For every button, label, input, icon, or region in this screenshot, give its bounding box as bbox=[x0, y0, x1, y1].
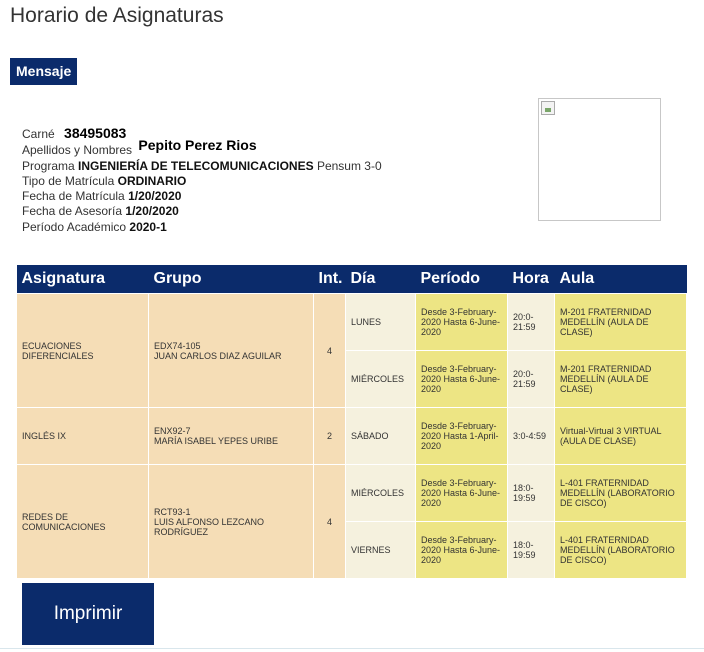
pensum-value: Pensum 3-0 bbox=[316, 158, 382, 173]
name-value: Pepito Perez Rios bbox=[138, 137, 257, 154]
academic-period-row: Período Académico 2020-1 bbox=[22, 220, 382, 235]
academic-period-label: Período Académico bbox=[22, 219, 127, 234]
carne-label: Carné bbox=[22, 127, 55, 141]
intensity-cell: 2 bbox=[313, 407, 346, 465]
table-row: ECUACIONES DIFERENCIALES EDX74-105 JUAN … bbox=[16, 293, 687, 408]
hour-cell: 20:0-21:59 bbox=[507, 293, 555, 351]
advice-date-label: Fecha de Asesoría bbox=[22, 204, 123, 219]
group-code: ENX92-7 bbox=[154, 426, 191, 436]
teacher-name: MARÍA ISABEL YEPES URIBE bbox=[154, 436, 279, 446]
room-cell: L-401 FRATERNIDAD MEDELLÍN (LABORATORIO … bbox=[554, 464, 687, 522]
period-cell: Desde 3-February-2020 Hasta 6-June-2020 bbox=[415, 521, 508, 579]
divider bbox=[0, 648, 704, 649]
table-row: REDES DE COMUNICACIONES RCT93-1 LUIS ALF… bbox=[16, 464, 687, 579]
period-cell: Desde 3-February-2020 Hasta 1-April-2020 bbox=[415, 407, 508, 465]
header-intensity: Int. bbox=[313, 265, 346, 294]
header-hour: Hora bbox=[507, 265, 555, 294]
student-info: Carné 38495083 Apellidos y Nombres Pepit… bbox=[22, 125, 382, 235]
group-cell: RCT93-1 LUIS ALFONSO LEZCANO RODRÍGUEZ bbox=[148, 464, 314, 579]
header-subject: Asignatura bbox=[16, 265, 149, 294]
enrollment-type-value: ORDINARIO bbox=[117, 173, 187, 188]
hour-cell: 18:0-19:59 bbox=[507, 464, 555, 522]
name-label: Apellidos y Nombres bbox=[22, 143, 133, 158]
day-cell: VIERNES bbox=[345, 521, 416, 579]
period-cell: Desde 3-February-2020 Hasta 6-June-2020 bbox=[415, 350, 508, 408]
advice-date-row: Fecha de Asesoría 1/20/2020 bbox=[22, 204, 382, 219]
table-row: INGLÉS IX ENX92-7 MARÍA ISABEL YEPES URI… bbox=[16, 407, 687, 465]
enrollment-date-row: Fecha de Matrícula 1/20/2020 bbox=[22, 189, 382, 204]
enrollment-date-label: Fecha de Matrícula bbox=[22, 189, 125, 204]
teacher-name: LUIS ALFONSO LEZCANO RODRÍGUEZ bbox=[154, 516, 265, 537]
group-code: RCT93-1 bbox=[154, 506, 191, 517]
student-photo bbox=[538, 98, 661, 221]
room-cell: M-201 FRATERNIDAD MEDELLÍN (AULA DE CLAS… bbox=[554, 350, 687, 408]
period-cell: Desde 3-February-2020 Hasta 6-June-2020 bbox=[415, 293, 508, 351]
schedule-table: Asignatura Grupo Int. Día Período Hora A… bbox=[16, 265, 687, 579]
page-title: Horario de Asignaturas bbox=[10, 4, 224, 27]
hour-cell: 18:0-19:59 bbox=[507, 521, 555, 579]
print-button[interactable]: Imprimir bbox=[22, 583, 154, 645]
header-period: Período bbox=[415, 265, 508, 294]
day-cell: LUNES bbox=[345, 293, 416, 351]
period-cell: Desde 3-February-2020 Hasta 6-June-2020 bbox=[415, 464, 508, 522]
subject-cell: INGLÉS IX bbox=[16, 407, 149, 465]
table-header-row: Asignatura Grupo Int. Día Período Hora A… bbox=[16, 265, 687, 294]
group-code: EDX74-105 bbox=[154, 340, 201, 351]
header-group: Grupo bbox=[148, 265, 314, 294]
day-cell: MIÉRCOLES bbox=[345, 350, 416, 408]
carne-value: 38495083 bbox=[64, 125, 127, 141]
subject-cell: ECUACIONES DIFERENCIALES bbox=[16, 293, 149, 408]
program-label: Programa bbox=[22, 158, 75, 173]
intensity-cell: 4 bbox=[313, 293, 346, 408]
enrollment-date-value: 1/20/2020 bbox=[128, 189, 182, 204]
broken-image-icon bbox=[541, 101, 555, 115]
intensity-cell: 4 bbox=[313, 464, 346, 579]
enrollment-type-label: Tipo de Matrícula bbox=[22, 173, 115, 188]
header-day: Día bbox=[345, 265, 416, 294]
hour-cell: 20:0-21:59 bbox=[507, 350, 555, 408]
day-cell: SÁBADO bbox=[345, 407, 416, 465]
group-cell: EDX74-105 JUAN CARLOS DIAZ AGUILAR bbox=[148, 293, 314, 408]
teacher-name: JUAN CARLOS DIAZ AGUILAR bbox=[154, 350, 282, 361]
room-cell: Virtual-Virtual 3 VIRTUAL (AULA DE CLASE… bbox=[554, 407, 687, 465]
academic-period-value: 2020-1 bbox=[129, 219, 167, 234]
room-cell: L-401 FRATERNIDAD MEDELLÍN (LABORATORIO … bbox=[554, 521, 687, 579]
hour-cell: 3:0-4:59 bbox=[507, 407, 555, 465]
subject-cell: REDES DE COMUNICACIONES bbox=[16, 464, 149, 579]
room-cell: M-201 FRATERNIDAD MEDELLÍN (AULA DE CLAS… bbox=[554, 293, 687, 351]
name-row: Apellidos y Nombres Pepito Perez Rios bbox=[22, 138, 382, 158]
day-cell: MIÉRCOLES bbox=[345, 464, 416, 522]
message-badge: Mensaje bbox=[10, 58, 78, 85]
program-value: INGENIERÍA DE TELECOMUNICACIONES bbox=[78, 158, 314, 173]
program-row: Programa INGENIERÍA DE TELECOMUNICACIONE… bbox=[22, 159, 382, 174]
advice-date-value: 1/20/2020 bbox=[125, 204, 179, 219]
enrollment-type-row: Tipo de Matrícula ORDINARIO bbox=[22, 174, 382, 189]
group-cell: ENX92-7 MARÍA ISABEL YEPES URIBE bbox=[148, 407, 314, 465]
header-room: Aula bbox=[554, 265, 687, 294]
